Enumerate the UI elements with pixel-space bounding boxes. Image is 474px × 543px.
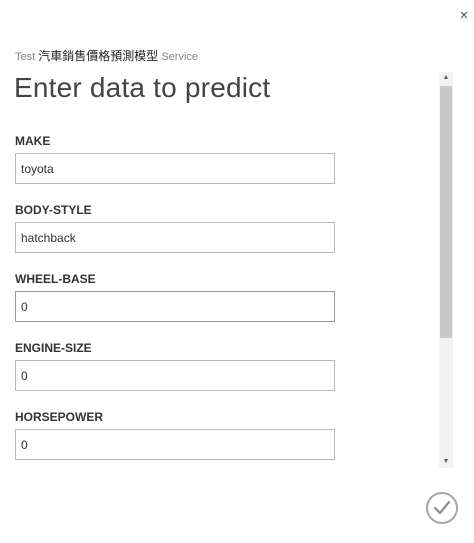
dialog-subtitle: Test 汽車銷售價格預測模型 Service (15, 47, 198, 64)
body-style-label: BODY-STYLE (15, 203, 92, 217)
wheel-base-input[interactable] (15, 291, 335, 322)
engine-size-input[interactable] (15, 360, 335, 391)
scrollbar-thumb[interactable] (440, 86, 452, 338)
make-label: MAKE (15, 134, 51, 148)
body-style-input[interactable] (15, 222, 335, 253)
ok-button[interactable] (426, 492, 458, 524)
horsepower-input[interactable] (15, 429, 335, 460)
scroll-down-icon[interactable]: ▼ (439, 456, 453, 468)
subtitle-suffix: Service (161, 51, 199, 63)
wheel-base-label: WHEEL-BASE (15, 272, 96, 286)
horsepower-label: HORSEPOWER (15, 410, 104, 424)
checkmark-icon (434, 501, 450, 515)
subtitle-prefix: Test (15, 51, 36, 63)
close-button[interactable]: × (456, 8, 472, 24)
model-name: 汽車銷售價格預測模型 (38, 49, 159, 63)
scroll-up-icon[interactable]: ▲ (439, 72, 453, 84)
make-input[interactable] (15, 153, 335, 184)
engine-size-label: ENGINE-SIZE (15, 341, 92, 355)
page-title: Enter data to predict (14, 72, 271, 103)
scrollbar[interactable]: ▲ ▼ (439, 72, 453, 468)
